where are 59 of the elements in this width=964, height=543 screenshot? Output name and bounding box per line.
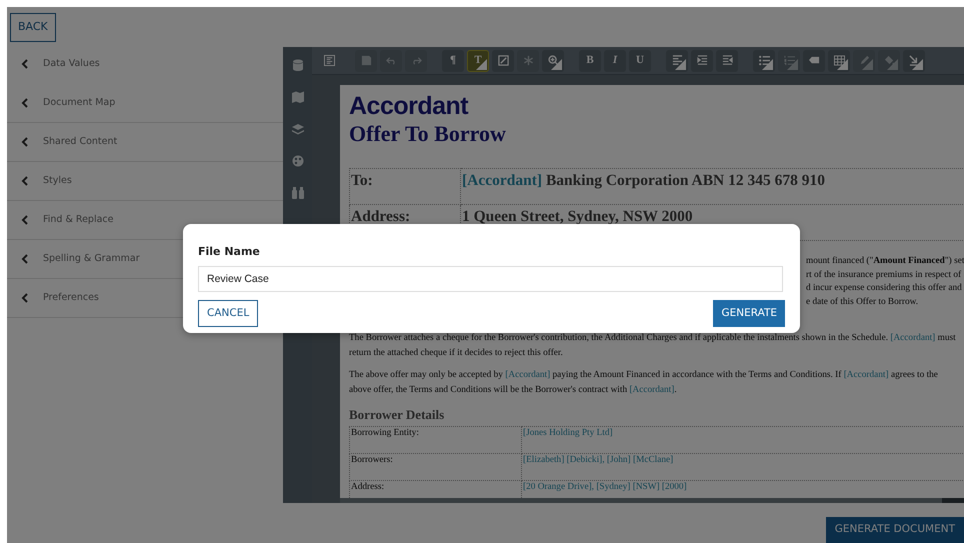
table-cell: Borrowers: bbox=[350, 453, 522, 480]
toolbar-button[interactable] bbox=[492, 50, 514, 72]
format-button[interactable]: U bbox=[629, 50, 651, 72]
align-left-icon bbox=[672, 55, 682, 66]
paragraph-text: The above offer may only be accepted by [Accordant] paying the Amount Financed in accordance with the Terms and Conditions. If [Accordant] agrees to the above offer, the Terms and Conditions will be the Borrower's contract with [Accordant]. bbox=[349, 369, 939, 397]
indent-icon bbox=[696, 55, 708, 66]
toolbar-button[interactable] bbox=[716, 50, 738, 72]
layers-icon[interactable] bbox=[292, 123, 304, 135]
table-cell: Borrowing Entity: bbox=[350, 426, 522, 453]
table-cell: [Elizabeth] [Debicki], [John] [McClane] bbox=[522, 453, 964, 480]
back-button[interactable]: BACK bbox=[10, 13, 56, 42]
sidebar-item[interactable]: Data Values bbox=[7, 45, 283, 84]
toolbar-button[interactable] bbox=[803, 50, 825, 72]
chevron-left-icon bbox=[21, 215, 29, 225]
table-cell: To: bbox=[350, 168, 460, 204]
chevron-left-icon bbox=[21, 59, 29, 69]
horizontal-scrollbar[interactable] bbox=[340, 498, 964, 503]
toolbar-button[interactable] bbox=[666, 50, 688, 72]
table-cell: [Jones Holding Pty Ltd] bbox=[522, 426, 964, 453]
outdent-icon bbox=[722, 55, 732, 66]
table-cell: [Accordant] Banking Corporation ABN 12 345 678 910 bbox=[460, 168, 964, 204]
toolbar-button[interactable] bbox=[828, 50, 850, 72]
paragraph-text: e date of this Offer to Borrow. bbox=[806, 296, 920, 308]
tag-icon bbox=[808, 55, 820, 66]
document-title: Offer To Borrow bbox=[349, 122, 507, 146]
section-heading: Borrower Details bbox=[349, 406, 446, 424]
chevron-left-icon bbox=[21, 254, 29, 264]
export-icon bbox=[908, 55, 920, 66]
toolbar-button[interactable] bbox=[542, 50, 564, 72]
database-icon[interactable] bbox=[292, 59, 304, 71]
field-label: File Name bbox=[198, 244, 260, 260]
chevron-left-icon bbox=[21, 176, 29, 186]
chevron-left-icon bbox=[21, 98, 29, 108]
company-logo: Accordant bbox=[349, 93, 468, 119]
toolbar-button[interactable] bbox=[691, 50, 713, 72]
chevron-left-icon bbox=[21, 293, 29, 303]
cancel-button[interactable]: CANCEL bbox=[198, 300, 258, 328]
file-name-field[interactable]: Review Case bbox=[198, 266, 783, 292]
scrollbar-thumb[interactable] bbox=[942, 498, 964, 503]
generate-document-button[interactable]: GENERATE DOCUMENT bbox=[826, 517, 964, 543]
toolbar-button[interactable] bbox=[903, 50, 925, 72]
table-icon bbox=[834, 55, 844, 66]
map-icon[interactable] bbox=[292, 91, 304, 103]
format-button[interactable]: I bbox=[604, 50, 626, 72]
format-button[interactable]: T bbox=[467, 50, 489, 72]
chevron-left-icon bbox=[21, 137, 29, 147]
paragraph-text: rt of the insurance premiums in respect of bbox=[806, 268, 962, 282]
edit-icon bbox=[498, 55, 508, 66]
panel-icon bbox=[324, 55, 334, 66]
palette-icon[interactable] bbox=[292, 155, 304, 167]
format-button[interactable]: ¶ bbox=[442, 50, 464, 72]
toolbar-button[interactable] bbox=[753, 50, 775, 72]
paragraph-text: d incur expense considering this offer and bbox=[806, 282, 963, 295]
generate-button[interactable]: GENERATE bbox=[713, 300, 785, 328]
zoom-icon bbox=[548, 55, 558, 66]
paragraph-text: mount financed ("Amount Financed") set bbox=[806, 255, 964, 268]
paragraph-text: The Borrower attaches a cheque for the Borrower's contribution, the Additional Charges and if applicable the instalments shown in the Schedule. [Accordant] must return the attached cheque if it decides to reject this offer. bbox=[349, 332, 957, 360]
format-button[interactable]: B bbox=[579, 50, 601, 72]
list-icon bbox=[758, 55, 770, 66]
